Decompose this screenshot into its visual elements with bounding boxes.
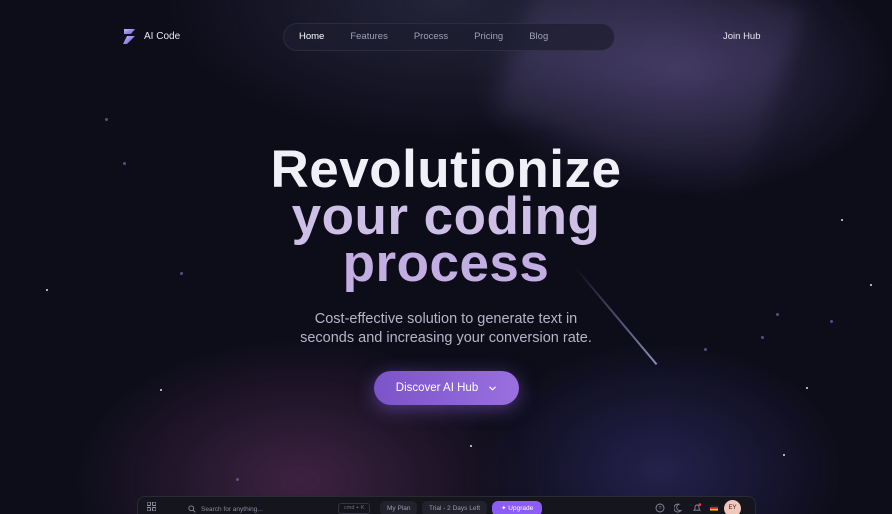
nav-process[interactable]: Process xyxy=(403,27,459,47)
bell-icon[interactable] xyxy=(692,503,702,513)
brand-name: AI Code xyxy=(144,31,181,42)
hero-subtitle: Cost-effective solution to generate text… xyxy=(0,310,892,348)
discover-ai-hub-button[interactable]: Discover AI Hub xyxy=(374,371,519,405)
flag-icon[interactable] xyxy=(709,503,719,513)
search-icon xyxy=(188,505,196,513)
svg-text:?: ? xyxy=(658,506,661,512)
hero-title-line-1: Revolutionize xyxy=(270,140,622,199)
my-plan-button[interactable]: My Plan xyxy=(380,501,418,514)
hero-title-line-2: your coding xyxy=(291,187,601,246)
grid-icon[interactable] xyxy=(147,502,156,511)
cta-label: Discover AI Hub xyxy=(395,382,479,394)
help-icon[interactable]: ? xyxy=(655,503,665,513)
nav-blog[interactable]: Blog xyxy=(518,27,559,47)
hero-title: Revolutionize your coding process xyxy=(0,140,892,293)
join-hub-link[interactable]: Join Hub xyxy=(723,31,761,42)
app-preview-toolbar: Search for anything... cmd + K My Plan T… xyxy=(137,496,756,514)
trial-badge[interactable]: Trial - 2 Days Left xyxy=(422,501,488,514)
hero-subtitle-line-2: seconds and increasing your conversion r… xyxy=(300,330,592,346)
hero-title-line-3: process xyxy=(342,234,550,293)
nav-home[interactable]: Home xyxy=(288,27,335,47)
search-shortcut: cmd + K xyxy=(338,503,371,514)
hero-subtitle-line-1: Cost-effective solution to generate text… xyxy=(314,311,578,327)
moon-icon[interactable] xyxy=(674,503,684,513)
chevron-down-icon xyxy=(489,386,497,390)
upgrade-label: Upgrade xyxy=(508,505,534,512)
brand-logo[interactable]: AI Code xyxy=(121,28,180,45)
upgrade-button[interactable]: ✦ Upgrade xyxy=(492,501,543,514)
nav-features[interactable]: Features xyxy=(339,27,399,47)
nav-pricing[interactable]: Pricing xyxy=(463,27,514,47)
bolt-logo-icon xyxy=(123,29,135,44)
search-placeholder: Search for anything... xyxy=(201,505,263,513)
user-avatar[interactable]: EY xyxy=(724,500,741,514)
main-nav: Home Features Process Pricing Blog xyxy=(283,23,615,51)
